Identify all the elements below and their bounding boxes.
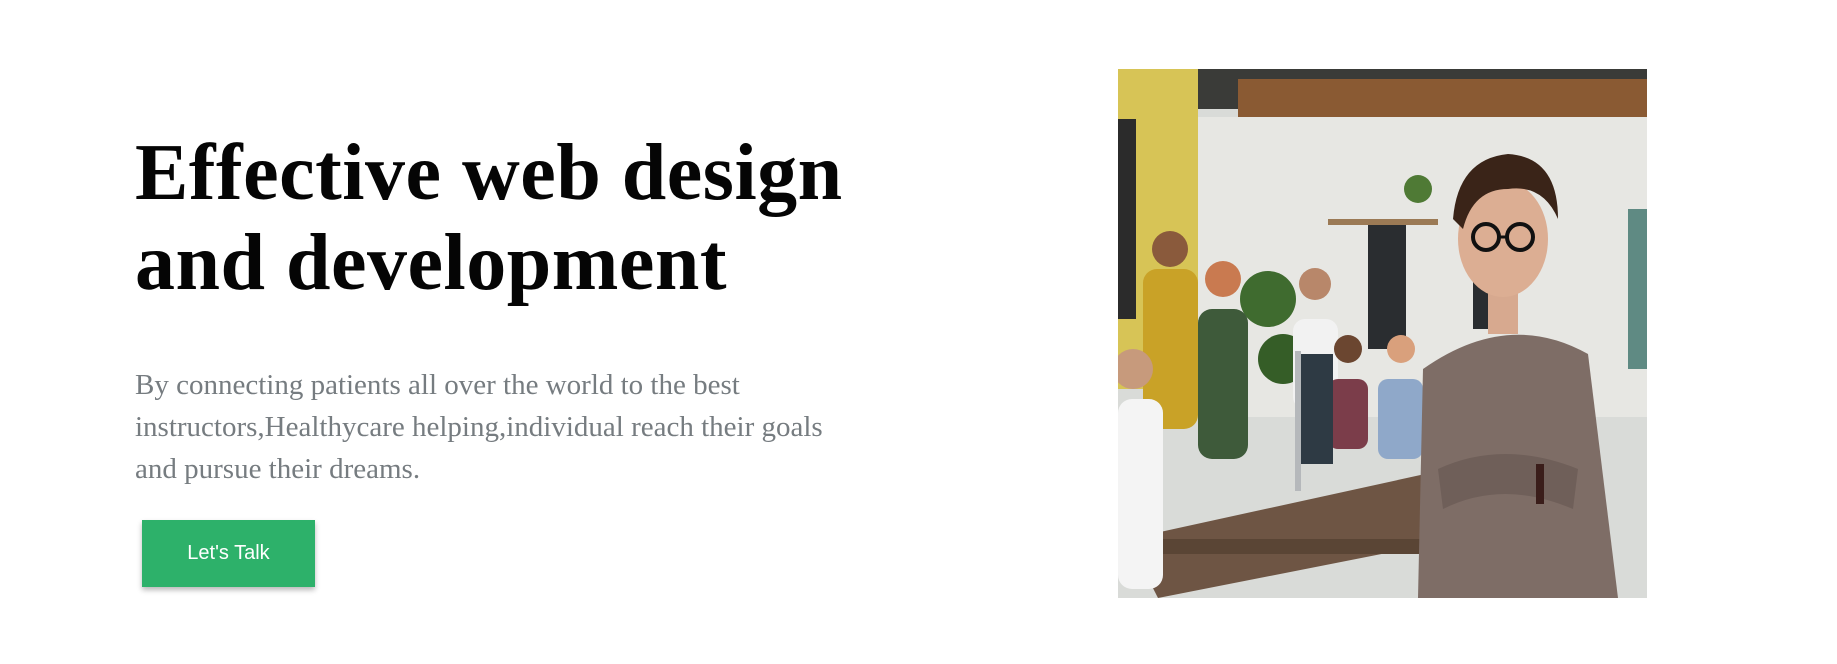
hero-description-line-2: instructors,Healthycare helping,individu… — [135, 411, 823, 443]
hero-description-line-1: By connecting patients all over the worl… — [135, 369, 740, 401]
hero-section: Effective web design and development By c… — [0, 0, 1837, 664]
hero-title: Effective web design and development — [135, 128, 895, 308]
office-team-photo — [1118, 69, 1647, 598]
hero-title-line-1: Effective web design — [135, 129, 843, 217]
office-team-illustration — [1118, 69, 1647, 598]
lets-talk-button[interactable]: Let's Talk — [142, 520, 315, 587]
hero-description: By connecting patients all over the worl… — [135, 364, 875, 490]
hero-title-line-2: and development — [135, 219, 727, 307]
hero-copy: Effective web design and development By c… — [135, 128, 895, 490]
hero-description-line-3: and pursue their dreams. — [135, 453, 421, 485]
